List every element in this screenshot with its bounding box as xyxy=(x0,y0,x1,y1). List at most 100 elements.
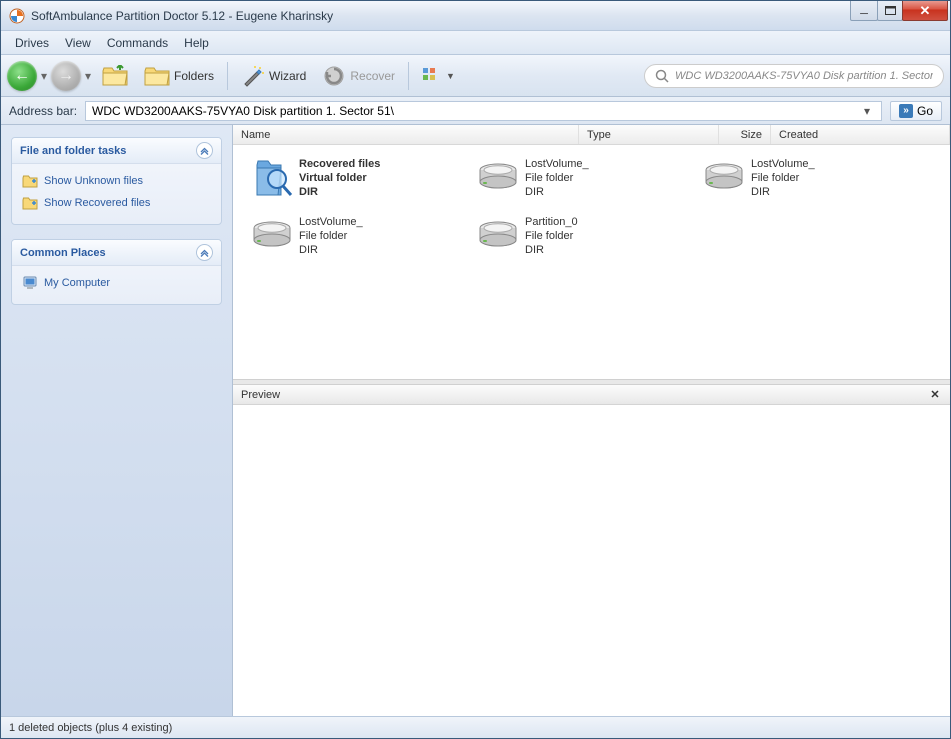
task-link-label: Show Recovered files xyxy=(44,197,150,209)
task-show-unknown[interactable]: Show Unknown files xyxy=(22,170,211,192)
item-line2: File folder xyxy=(299,229,363,243)
folders-label: Folders xyxy=(174,69,214,83)
up-button[interactable] xyxy=(95,59,135,93)
menu-help[interactable]: Help xyxy=(176,31,217,54)
item-text: Recovered filesVirtual folderDIR xyxy=(299,157,380,199)
nav-forward-dropdown[interactable]: ▾ xyxy=(83,69,93,83)
toolbar: ← ▾ → ▾ Folders Wizard xyxy=(1,55,950,97)
col-name[interactable]: Name xyxy=(233,125,579,144)
recover-icon xyxy=(322,64,346,88)
wizard-label: Wizard xyxy=(269,69,306,83)
arrow-left-icon: ← xyxy=(14,67,30,85)
view-mode-button[interactable]: ▼ xyxy=(415,59,462,93)
titlebar: SoftAmbulance Partition Doctor 5.12 - Eu… xyxy=(1,1,950,31)
folder-icon xyxy=(22,195,38,211)
item-text: LostVolume_File folderDIR xyxy=(751,157,815,199)
preview-close-button[interactable]: ✕ xyxy=(928,388,942,401)
item-line2: File folder xyxy=(525,171,589,185)
menu-commands[interactable]: Commands xyxy=(99,31,176,54)
item-line2: Virtual folder xyxy=(299,171,380,185)
item-line1: LostVolume_ xyxy=(525,157,589,171)
address-label: Address bar: xyxy=(9,104,77,118)
preview-title: Preview xyxy=(241,389,280,401)
addressbar: Address bar: WDC WD3200AAKS-75VYA0 Disk … xyxy=(1,97,950,125)
preview-header: Preview ✕ xyxy=(233,385,950,405)
window-controls: ─ ✕ xyxy=(851,1,948,21)
place-my-computer[interactable]: My Computer xyxy=(22,272,211,294)
places-header[interactable]: Common Places xyxy=(12,240,221,266)
wizard-button[interactable]: Wizard xyxy=(234,59,313,93)
address-path: WDC WD3200AAKS-75VYA0 Disk partition 1. … xyxy=(92,104,859,118)
content-area: Name Type Size Created Recovered filesVi… xyxy=(233,125,950,716)
item-line2: File folder xyxy=(751,171,815,185)
go-button[interactable]: » Go xyxy=(890,101,942,121)
menu-view[interactable]: View xyxy=(57,31,99,54)
search-box[interactable] xyxy=(644,64,944,88)
close-button[interactable]: ✕ xyxy=(902,1,948,21)
address-input[interactable]: WDC WD3200AAKS-75VYA0 Disk partition 1. … xyxy=(85,101,882,121)
folder-up-icon xyxy=(102,65,128,87)
task-show-recovered[interactable]: Show Recovered files xyxy=(22,192,211,214)
view-grid-icon xyxy=(422,67,442,85)
maximize-button[interactable] xyxy=(877,1,903,21)
preview-body xyxy=(233,405,950,716)
nav-back-dropdown[interactable]: ▾ xyxy=(39,69,49,83)
list-item[interactable]: LostVolume_File folderDIR xyxy=(699,153,925,211)
item-text: Partition_0File folderDIR xyxy=(525,215,578,257)
item-text: LostVolume_File folderDIR xyxy=(299,215,363,257)
menu-drives[interactable]: Drives xyxy=(7,31,57,54)
item-line3: DIR xyxy=(299,243,363,257)
places-title: Common Places xyxy=(20,247,106,259)
recover-label: Recover xyxy=(350,69,395,83)
folders-button[interactable]: Folders xyxy=(137,59,221,93)
list-item[interactable]: Partition_0File folderDIR xyxy=(473,211,699,269)
item-line1: LostVolume_ xyxy=(299,215,363,229)
recovered-folder-icon xyxy=(251,157,293,199)
list-item[interactable]: LostVolume_File folderDIR xyxy=(473,153,699,211)
statusbar: 1 deleted objects (plus 4 existing) xyxy=(1,716,950,738)
arrow-right-icon: → xyxy=(58,67,74,85)
sidebar: File and folder tasks Show Unknown files… xyxy=(1,125,233,716)
tasks-header[interactable]: File and folder tasks xyxy=(12,138,221,164)
window-title: SoftAmbulance Partition Doctor 5.12 - Eu… xyxy=(31,9,851,23)
col-type[interactable]: Type xyxy=(579,125,719,144)
app-icon xyxy=(9,8,25,24)
chevron-down-icon: ▼ xyxy=(446,71,455,81)
nav-back-button[interactable]: ← xyxy=(7,61,37,91)
address-dropdown-icon[interactable]: ▾ xyxy=(859,104,875,118)
column-headers: Name Type Size Created xyxy=(233,125,950,145)
maximize-icon xyxy=(885,6,896,15)
item-line3: DIR xyxy=(751,185,815,199)
toolbar-separator xyxy=(227,62,228,90)
item-text: LostVolume_File folderDIR xyxy=(525,157,589,199)
task-link-label: Show Unknown files xyxy=(44,175,143,187)
minimize-button[interactable]: ─ xyxy=(850,1,878,21)
item-line3: DIR xyxy=(299,185,380,199)
collapse-icon[interactable] xyxy=(196,244,213,261)
search-input[interactable] xyxy=(675,70,933,82)
collapse-icon[interactable] xyxy=(196,142,213,159)
nav-forward-button[interactable]: → xyxy=(51,61,81,91)
item-line3: DIR xyxy=(525,185,589,199)
col-created[interactable]: Created xyxy=(771,125,950,144)
col-size[interactable]: Size xyxy=(719,125,771,144)
menubar: Drives View Commands Help xyxy=(1,31,950,55)
go-icon: » xyxy=(899,104,913,118)
list-item[interactable]: LostVolume_File folderDIR xyxy=(247,211,473,269)
main-area: File and folder tasks Show Unknown files… xyxy=(1,125,950,716)
go-label: Go xyxy=(917,104,933,118)
list-item[interactable]: Recovered filesVirtual folderDIR xyxy=(247,153,473,211)
drive-icon xyxy=(477,157,519,199)
tasks-panel: File and folder tasks Show Unknown files… xyxy=(11,137,222,225)
item-line3: DIR xyxy=(525,243,578,257)
items-area[interactable]: Recovered filesVirtual folderDIR LostVolu… xyxy=(233,145,950,379)
drive-icon xyxy=(477,215,519,257)
place-link-label: My Computer xyxy=(44,277,110,289)
status-text: 1 deleted objects (plus 4 existing) xyxy=(9,722,172,734)
drive-icon xyxy=(251,215,293,257)
toolbar-separator xyxy=(408,62,409,90)
computer-icon xyxy=(22,275,38,291)
recover-button[interactable]: Recover xyxy=(315,59,402,93)
places-panel: Common Places My Computer xyxy=(11,239,222,305)
drive-icon xyxy=(703,157,745,199)
